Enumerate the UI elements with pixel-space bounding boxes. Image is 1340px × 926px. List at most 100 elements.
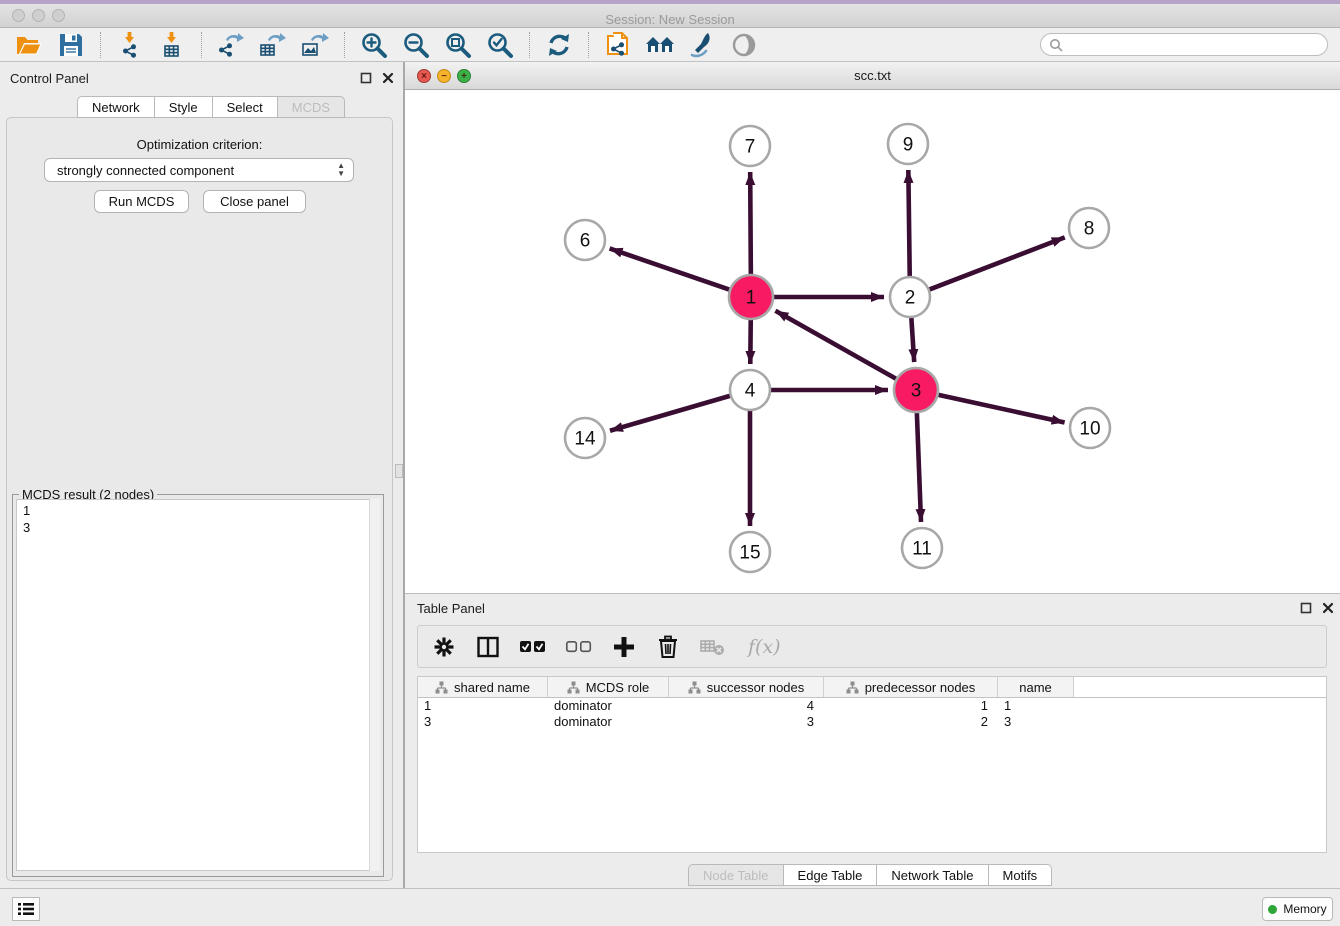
select-all-checks-icon[interactable]	[520, 634, 546, 660]
tab-style[interactable]: Style	[155, 96, 213, 118]
zoom-out-icon[interactable]	[401, 30, 431, 60]
table-header-row: shared nameMCDS role successor nodes prede…	[418, 677, 1326, 698]
graph-node-6[interactable]: 6	[565, 220, 605, 260]
close-panel-button[interactable]: Close panel	[203, 190, 306, 213]
column-header-MCDS-role[interactable]: MCDS role	[548, 677, 669, 697]
open-session-icon[interactable]	[14, 30, 44, 60]
zoom-in-icon[interactable]	[359, 30, 389, 60]
graph-node-3[interactable]: 3	[894, 368, 938, 412]
table-cell[interactable]: 2	[824, 714, 998, 730]
split-columns-icon[interactable]	[476, 634, 500, 660]
network-window-titlebar[interactable]: ×−+ scc.txt	[405, 62, 1340, 90]
svg-text:9: 9	[903, 135, 914, 156]
delete-row-icon[interactable]	[656, 634, 680, 660]
edge-2-8[interactable]	[930, 237, 1065, 289]
memory-label: Memory	[1283, 902, 1326, 916]
import-table-icon[interactable]	[157, 30, 187, 60]
tab-node-table[interactable]: Node Table	[688, 864, 784, 886]
column-header-shared-name[interactable]: shared name	[418, 677, 548, 697]
edge-2-9[interactable]	[908, 170, 909, 276]
graph-node-2[interactable]: 2	[890, 277, 930, 317]
control-panel-tabs: Network Style Select MCDS	[77, 96, 345, 118]
tab-edge-table[interactable]: Edge Table	[784, 864, 878, 886]
table-panel-float-icon[interactable]	[1300, 602, 1312, 614]
column-header-label: successor nodes	[707, 680, 805, 695]
graph-node-11[interactable]: 11	[902, 528, 942, 568]
table-panel-title: Table Panel	[417, 601, 485, 616]
graph-node-14[interactable]: 14	[565, 418, 605, 458]
graph-node-9[interactable]: 9	[888, 124, 928, 164]
column-header-name[interactable]: name	[998, 677, 1074, 697]
table-settings-icon[interactable]	[432, 634, 456, 660]
column-header-predecessor-nodes[interactable]: predecessor nodes	[824, 677, 998, 697]
zoom-selected-icon[interactable]	[485, 30, 515, 60]
network-view-window[interactable]: ×−+ scc.txt 1 2 3 4 6 7 8 9 10 11 14 15	[405, 62, 1340, 593]
node-table[interactable]: shared nameMCDS role successor nodes prede…	[417, 676, 1327, 853]
first-neighbors-icon[interactable]	[645, 30, 675, 60]
splitter-handle[interactable]	[395, 464, 403, 478]
task-history-button[interactable]	[12, 897, 40, 921]
tab-network-table[interactable]: Network Table	[877, 864, 988, 886]
deselect-all-checks-icon[interactable]	[566, 634, 592, 660]
run-mcds-button[interactable]: Run MCDS	[94, 190, 189, 213]
zoom-fit-icon[interactable]	[443, 30, 473, 60]
edge-3-11[interactable]	[917, 413, 921, 522]
column-header-successor-nodes[interactable]: successor nodes	[669, 677, 824, 697]
search-input[interactable]	[1063, 38, 1313, 52]
table-panel-tabs: Node Table Edge Table Network Table Moti…	[688, 864, 1052, 886]
edge-1-6[interactable]	[610, 248, 730, 289]
mcds-result-groupbox: MCDS result (2 nodes) 1 3	[12, 494, 384, 877]
edge-2-3[interactable]	[911, 318, 914, 362]
mcds-result-text[interactable]: 1 3	[16, 499, 371, 871]
optimization-criterion-select[interactable]: strongly connected component ▲▼	[44, 158, 354, 182]
function-builder-icon[interactable]: f(x)	[746, 634, 782, 660]
control-panel-close-icon[interactable]	[382, 72, 394, 84]
table-cell[interactable]: 3	[669, 714, 824, 730]
table-cell[interactable]: dominator	[548, 714, 669, 730]
table-panel-close-icon[interactable]	[1322, 602, 1334, 614]
table-cell[interactable]: 3	[418, 714, 548, 730]
hide-selected-icon[interactable]	[729, 30, 759, 60]
table-cell[interactable]: 1	[998, 698, 1074, 714]
edge-3-1[interactable]	[775, 311, 896, 379]
graph-node-7[interactable]: 7	[730, 126, 770, 166]
network-canvas[interactable]: 1 2 3 4 6 7 8 9 10 11 14 15	[405, 90, 1340, 593]
export-image-icon[interactable]	[300, 30, 330, 60]
table-cell[interactable]: dominator	[548, 698, 669, 714]
table-row[interactable]: 3dominator323	[418, 714, 1326, 730]
mcds-result-scrollbar[interactable]	[369, 499, 380, 871]
table-cell[interactable]: 1	[824, 698, 998, 714]
export-table-icon[interactable]	[258, 30, 288, 60]
edge-3-10[interactable]	[938, 395, 1064, 423]
search-field[interactable]	[1040, 33, 1328, 56]
graph-node-4[interactable]: 4	[730, 370, 770, 410]
window-titlebar[interactable]: Session: New Session	[0, 4, 1340, 28]
clone-network-icon[interactable]	[603, 30, 633, 60]
tab-network[interactable]: Network	[77, 96, 155, 118]
add-row-icon[interactable]	[612, 634, 636, 660]
save-session-icon[interactable]	[56, 30, 86, 60]
tab-select[interactable]: Select	[213, 96, 278, 118]
application-window: Session: New Session Control Panel Netwo…	[0, 0, 1340, 926]
delete-table-icon[interactable]	[700, 634, 726, 660]
graph-node-10[interactable]: 10	[1070, 408, 1110, 448]
memory-button[interactable]: Memory	[1262, 897, 1333, 921]
refresh-layout-icon[interactable]	[544, 30, 574, 60]
edge-4-14[interactable]	[610, 396, 730, 431]
tab-mcds[interactable]: MCDS	[278, 96, 345, 118]
table-cell[interactable]: 3	[998, 714, 1074, 730]
style-wizard-icon[interactable]	[687, 30, 717, 60]
edge-1-7[interactable]	[750, 172, 751, 274]
export-network-icon[interactable]	[216, 30, 246, 60]
table-cell[interactable]: 4	[669, 698, 824, 714]
import-network-icon[interactable]	[115, 30, 145, 60]
graph-node-1[interactable]: 1	[729, 275, 773, 319]
tab-motifs[interactable]: Motifs	[989, 864, 1053, 886]
table-row[interactable]: 1dominator411	[418, 698, 1326, 714]
graph-node-8[interactable]: 8	[1069, 208, 1109, 248]
control-panel-float-icon[interactable]	[360, 72, 372, 84]
graph-node-15[interactable]: 15	[730, 532, 770, 572]
table-cell[interactable]: 1	[418, 698, 548, 714]
svg-text:2: 2	[905, 288, 916, 309]
svg-text:15: 15	[739, 543, 760, 564]
